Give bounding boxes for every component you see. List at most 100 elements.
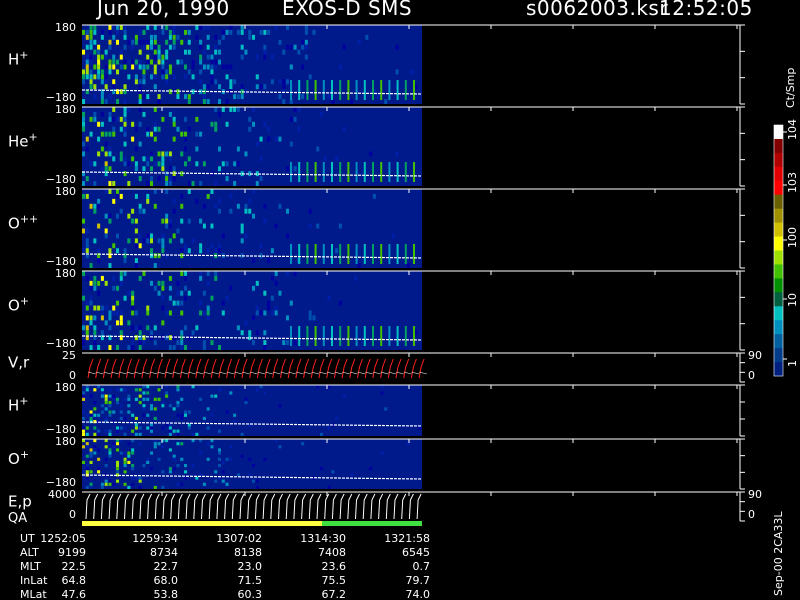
spectrogram-cell <box>146 238 150 244</box>
spectrogram-cell <box>184 413 188 417</box>
spectrogram-cell <box>108 310 112 316</box>
spectrogram-cell <box>100 404 104 408</box>
spectrogram-cell <box>146 193 150 199</box>
spectrogram-cell <box>138 485 142 489</box>
spectrogram-cell <box>138 432 142 436</box>
spectrogram-cell <box>104 228 108 234</box>
spectrogram-cell <box>138 233 142 239</box>
spectrogram-cell <box>93 280 97 286</box>
spectrogram-cell <box>161 470 165 474</box>
spectrogram-cell <box>218 59 222 65</box>
spectrogram-cell <box>308 315 312 321</box>
spectrogram-figure: H+180−180He+180−180O++180−180O+180−180V,… <box>8 21 799 600</box>
spectrogram-cell <box>176 34 180 40</box>
spectrogram-cell <box>134 64 138 70</box>
spectrogram-cell <box>85 432 89 436</box>
spectrogram-cell <box>195 161 199 167</box>
spectrogram-cell <box>252 479 256 483</box>
spectrogram-cell <box>142 111 146 117</box>
spectrogram-cell <box>255 54 259 60</box>
spectrogram-cell <box>93 340 97 346</box>
spectrogram-cell <box>142 404 146 408</box>
spectrogram-cell <box>161 59 165 65</box>
colorbar-tick-label: 103 <box>786 172 799 193</box>
spectrogram-cell <box>123 258 127 264</box>
spectrogram-cell <box>206 99 210 104</box>
spectrogram-cell <box>221 310 225 316</box>
spectrogram-cell <box>187 156 191 162</box>
spectrogram-cell <box>100 34 104 40</box>
spectrogram-cell <box>187 29 191 35</box>
spectrogram-cell <box>150 467 154 471</box>
spectrogram-cell <box>248 473 252 477</box>
spectrogram-cell <box>116 470 120 474</box>
spectrogram-cell <box>218 198 222 204</box>
spectrogram-cell <box>301 39 305 45</box>
spectrogram-cell <box>123 44 127 50</box>
spectrogram-cell <box>176 442 180 446</box>
spectrogram-cell <box>134 263 138 268</box>
spectrogram-cell <box>123 121 127 127</box>
spectrogram-cell <box>127 454 131 458</box>
spectrogram-cell <box>127 181 131 186</box>
spectrogram-cell <box>218 429 222 433</box>
spectrogram-cell <box>180 203 184 209</box>
spectrogram-cell <box>142 271 146 276</box>
spectrogram-cell <box>116 116 120 122</box>
spectrogram-cell <box>225 482 229 486</box>
spectrogram-cell <box>180 310 184 316</box>
spectrogram-cell <box>308 223 312 229</box>
spectrogram-cell <box>184 275 188 281</box>
spectrogram-cell <box>134 59 138 65</box>
spectrogram-cell <box>176 413 180 417</box>
spectrogram-cell <box>104 464 108 468</box>
spectrogram-cell <box>134 388 138 392</box>
spectrogram-cell <box>221 460 225 464</box>
spectrogram-cell <box>206 193 210 199</box>
spectrogram-cell <box>119 416 123 421</box>
spectrogram-cell <box>100 99 104 104</box>
spectrogram-cell <box>372 193 376 199</box>
spectrogram-cell <box>108 479 112 483</box>
spectrogram-cell <box>112 305 116 311</box>
spectrogram-streak <box>380 162 383 182</box>
spectrogram-cell <box>123 397 127 401</box>
spectrogram-cell <box>157 161 161 167</box>
spectrogram-streak <box>331 162 333 182</box>
spectrogram-cell <box>119 310 123 316</box>
spectrogram-cell <box>172 454 176 458</box>
spectrogram-cell <box>172 345 176 350</box>
spectrogram-cell <box>112 243 116 249</box>
spectrogram-cell <box>93 64 97 70</box>
spectrogram-cell <box>127 74 131 80</box>
spectrogram-cell <box>384 99 388 104</box>
spectrogram-cell <box>97 49 101 55</box>
spectrogram-cell <box>93 203 97 209</box>
spectrogram-cell <box>100 315 104 321</box>
spectrogram-cell <box>161 285 165 291</box>
spectrogram-cell <box>142 29 146 35</box>
spectrogram-cell <box>289 116 293 122</box>
spectrogram-cell <box>165 25 169 30</box>
spectrogram-cell <box>138 141 142 147</box>
spectrogram-cell <box>104 49 108 55</box>
spectrogram-cell <box>108 146 112 152</box>
spectrogram-cell <box>301 442 305 446</box>
spectrogram-cell <box>108 248 112 254</box>
spectrogram-cell <box>187 426 191 430</box>
spectrogram-cell <box>187 69 191 75</box>
spectrogram-streak <box>372 162 374 182</box>
spectrogram-cell <box>289 141 293 147</box>
spectrogram-cell <box>116 248 120 254</box>
spectrogram-cell <box>195 34 199 40</box>
spectrogram-cell <box>184 470 188 474</box>
spectrogram-cell <box>127 345 131 350</box>
spectrogram-cell <box>229 84 233 90</box>
spectrogram-cell <box>286 315 290 321</box>
spectrogram-cell <box>142 74 146 80</box>
spectrogram-cell <box>199 44 203 50</box>
spectrogram-cell <box>127 290 131 296</box>
spectrogram-cell <box>214 479 218 483</box>
spectrogram-cell <box>240 94 244 100</box>
spectrogram-cell <box>116 213 120 219</box>
